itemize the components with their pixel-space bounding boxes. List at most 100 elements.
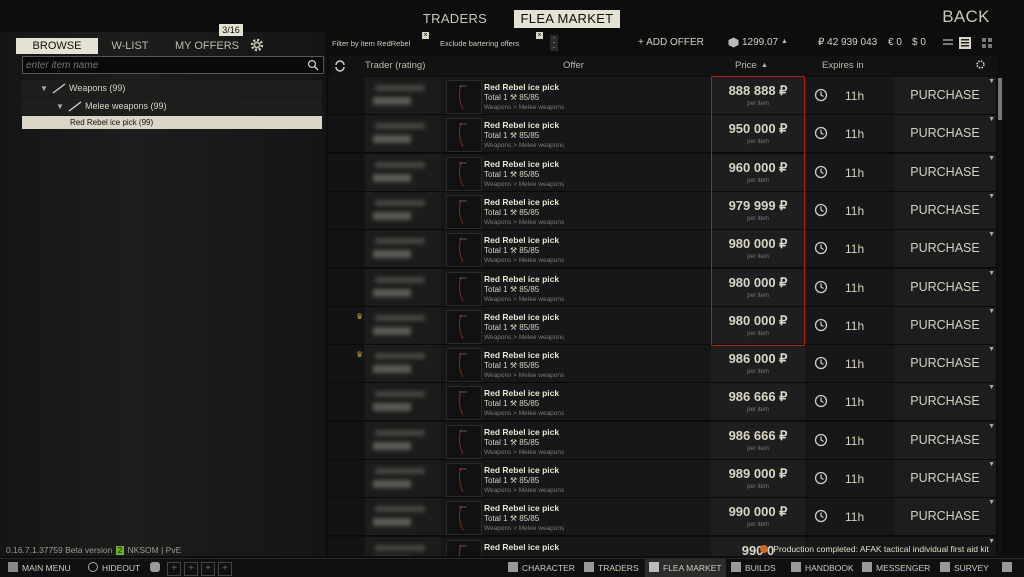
chevron-down-icon[interactable]: ▼ [988, 423, 995, 430]
purchase-button[interactable]: PURCHASE [894, 498, 996, 536]
quick-slot-empty[interactable]: + [201, 562, 215, 576]
offer-row[interactable]: Red Rebel ice pick Total 1 ⚒ 85/85 Weapons… [328, 498, 996, 537]
chevron-down-icon[interactable]: ▼ [988, 116, 995, 123]
trader-cell[interactable] [365, 191, 441, 229]
quick-slot-skull[interactable] [150, 559, 164, 577]
offer-row[interactable]: ♛ Red Rebel ice pick Total 1 ⚒ 85/85 Weapon… [328, 345, 996, 384]
item-thumbnail[interactable] [446, 271, 482, 306]
column-expires[interactable]: Expires in [822, 60, 864, 71]
offer-cell[interactable]: Red Rebel ice pick Total 1 ⚒ 85/85 Weapons… [484, 233, 704, 265]
column-price[interactable]: Price [735, 60, 757, 71]
item-thumbnail[interactable] [446, 118, 482, 153]
purchase-button[interactable]: PURCHASE [894, 383, 996, 421]
offer-cell[interactable]: Red Rebel ice pick Total 1 ⚒ 85/85 Weapons… [484, 348, 704, 380]
tab-browse[interactable]: BROWSE [16, 38, 98, 54]
traders-button[interactable]: TRADERS [584, 559, 639, 577]
search-icon[interactable] [307, 59, 319, 71]
purchase-button[interactable]: PURCHASE [894, 421, 996, 459]
trader-cell[interactable] [365, 268, 441, 306]
offer-row[interactable]: Red Rebel ice pick Total 1 ⚒ 85/85 Weapons… [328, 460, 996, 498]
purchase-button[interactable]: PURCHASE [894, 460, 996, 497]
purchase-button[interactable]: PURCHASE [894, 345, 996, 383]
trader-cell[interactable] [365, 536, 441, 556]
character-button[interactable]: CHARACTER [508, 559, 575, 577]
purchase-button[interactable]: PURCHASE [894, 268, 996, 306]
flea-market-button[interactable]: FLEA MARKET [645, 559, 726, 577]
gear-icon[interactable] [249, 37, 265, 53]
chevron-down-icon[interactable]: ▼ [988, 78, 995, 85]
grid-view-icon[interactable] [981, 37, 993, 49]
trader-cell[interactable] [365, 383, 441, 421]
scrollbar[interactable] [998, 77, 1002, 556]
builds-button[interactable]: BUILDS [731, 559, 776, 577]
purchase-button[interactable]: PURCHASE [894, 306, 996, 344]
column-trader[interactable]: Trader (rating) [365, 60, 425, 71]
purchase-button[interactable]: PURCHASE [894, 191, 996, 229]
quick-slot-empty[interactable]: + [218, 562, 232, 576]
offer-cell[interactable]: Red Rebel ice pick Total 1 ⚒ 85/85 Weapons… [484, 195, 704, 227]
purchase-button[interactable]: PURCHASE [894, 115, 996, 153]
item-thumbnail[interactable] [446, 233, 482, 268]
quick-slot-empty[interactable]: + [184, 562, 198, 576]
trader-cell[interactable] [365, 153, 441, 191]
trader-cell[interactable] [365, 421, 441, 459]
offer-cell[interactable]: Red Rebel ice pick Total 1 ⚒ 85/85 Weapons… [484, 386, 704, 418]
handbook-button[interactable]: HANDBOOK [791, 559, 854, 577]
trader-cell[interactable] [365, 345, 441, 383]
close-icon[interactable]: × [422, 32, 429, 39]
scrollbar-thumb[interactable] [998, 78, 1002, 120]
offer-row[interactable]: Red Rebel ice pick Total 1 ⚒ 85/85 Weapons… [328, 191, 996, 230]
settings-button[interactable] [1002, 559, 1016, 577]
purchase-button[interactable]: PURCHASE [894, 230, 996, 268]
offer-row[interactable]: Red Rebel ice pick Total 1 ⚒ 85/85 Weapons… [328, 153, 996, 192]
purchase-button[interactable]: PURCHASE [894, 77, 996, 114]
offer-row[interactable]: Red Rebel ice pick Total 1 ⚒ 85/85 Weapons… [328, 268, 996, 307]
chevron-down-icon[interactable]: ▼ [988, 155, 995, 162]
offer-row[interactable]: Red Rebel ice pick Total 1 ⚒ 85/85 Weapons… [328, 383, 996, 422]
back-button[interactable]: BACK [936, 6, 996, 28]
chevron-down-icon[interactable]: ▼ [988, 384, 995, 391]
item-thumbnail[interactable] [446, 194, 482, 229]
trader-cell[interactable] [365, 115, 441, 153]
trader-cell[interactable] [365, 77, 441, 114]
survey-button[interactable]: SURVEY [940, 559, 989, 577]
trader-cell[interactable] [365, 306, 441, 344]
chevron-down-icon[interactable]: ▼ [988, 461, 995, 468]
hideout-button[interactable]: HIDEOUT [88, 559, 140, 577]
tab-wlist[interactable]: W-LIST [104, 38, 156, 54]
trader-cell[interactable] [365, 230, 441, 268]
list-view-icon[interactable] [942, 37, 954, 49]
chevron-down-icon[interactable]: ▼ [988, 308, 995, 315]
offer-cell[interactable]: Red Rebel ice pick Total 1 ⚒ 85/85 Weapons… [484, 310, 704, 342]
tab-my-offers[interactable]: MY OFFERS [172, 38, 242, 54]
offer-cell[interactable]: Red Rebel ice pick Total 1 ⚒ 85/85 Weapons… [484, 157, 704, 189]
nav-traders-tab[interactable]: TRADERS [418, 10, 492, 28]
item-thumbnail[interactable] [446, 539, 482, 556]
item-thumbnail[interactable] [446, 501, 482, 536]
refresh-icon[interactable] [334, 60, 346, 72]
offer-row[interactable]: ♛ Red Rebel ice pick Total 1 ⚒ 85/85 Weapon… [328, 306, 996, 345]
offer-row[interactable]: Red Rebel ice pick Total 1 ⚒ 85/85 Weapons… [328, 115, 996, 154]
item-thumbnail[interactable] [446, 80, 482, 114]
item-thumbnail[interactable] [446, 463, 482, 497]
purchase-button[interactable]: PURCHASE [894, 153, 996, 191]
trader-cell[interactable] [365, 498, 441, 536]
search-input[interactable] [26, 57, 296, 73]
offer-cell[interactable]: Red Rebel ice pick Total 1 ⚒ 85/85 Weapons… [484, 425, 704, 457]
item-thumbnail[interactable] [446, 386, 482, 421]
messenger-button[interactable]: MESSENGER [862, 559, 930, 577]
offer-cell[interactable]: Red Rebel ice pick Total 1 ⚒ 85/85 Weapons… [484, 501, 704, 533]
chevron-down-icon[interactable]: ▼ [988, 538, 995, 545]
chevron-down-icon[interactable]: ▼ [988, 499, 995, 506]
item-thumbnail[interactable] [446, 424, 482, 459]
offer-row[interactable]: Red Rebel ice pick Total 1 ⚒ 85/85 Weapons… [328, 230, 996, 269]
offer-cell[interactable]: Red Rebel ice pick [484, 540, 704, 556]
offer-cell[interactable]: Red Rebel ice pick Total 1 ⚒ 85/85 Weapons… [484, 463, 704, 495]
column-offer[interactable]: Offer [563, 60, 584, 71]
item-thumbnail[interactable] [446, 309, 482, 344]
chevron-down-icon[interactable]: ▼ [988, 270, 995, 277]
trader-cell[interactable] [365, 460, 441, 497]
main-menu-button[interactable]: MAIN MENU [8, 559, 71, 577]
tree-item-weapons[interactable]: ▼ Weapons (99) [22, 80, 322, 97]
tree-item-melee-weapons[interactable]: ▼ Melee weapons (99) [22, 98, 322, 115]
